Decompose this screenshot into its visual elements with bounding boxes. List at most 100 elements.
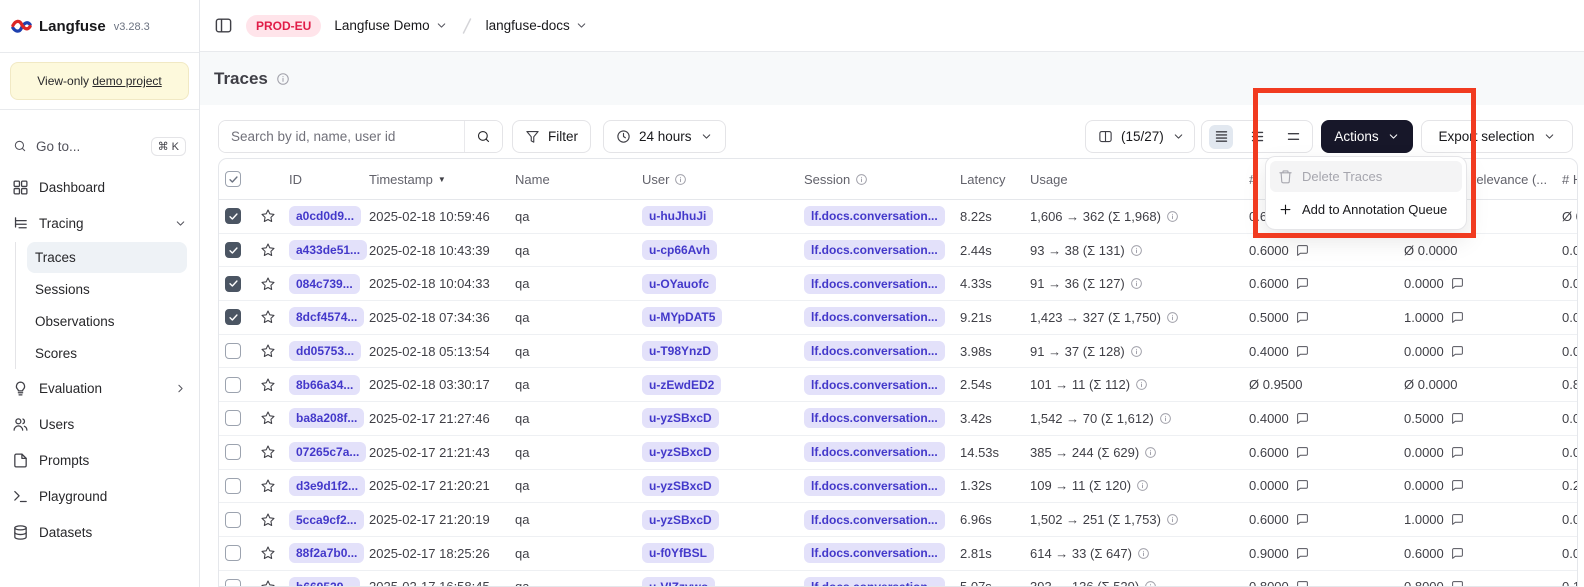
trace-id-badge[interactable]: a433de51...: [289, 240, 367, 260]
sidebar-item-traces[interactable]: Traces: [27, 242, 187, 273]
sidebar-item-datasets[interactable]: Datasets: [0, 514, 199, 550]
session-badge[interactable]: lf.docs.conversation...: [804, 375, 945, 395]
row-height-small-button[interactable]: [1209, 125, 1233, 149]
trace-id-badge[interactable]: 8dcf4574...: [289, 307, 364, 327]
comment-icon[interactable]: [1451, 513, 1464, 526]
row-checkbox[interactable]: [225, 478, 241, 494]
row-checkbox[interactable]: [225, 545, 241, 561]
session-badge[interactable]: lf.docs.conversation...: [804, 442, 945, 462]
column-header-ts[interactable]: Timestamp▼: [369, 172, 515, 187]
table-row[interactable]: a433de51...2025-02-18 10:43:39qau-cp66Av…: [219, 234, 1578, 268]
sidebar-item-tracing[interactable]: Tracing: [0, 205, 199, 241]
comment-icon[interactable]: [1296, 412, 1309, 425]
user-badge[interactable]: u-cp66Avh: [642, 240, 717, 260]
comment-icon[interactable]: [1451, 277, 1464, 290]
search-input[interactable]: [219, 121, 464, 152]
trace-id-badge[interactable]: 88f2a7b0...: [289, 543, 364, 563]
table-row[interactable]: dd05753...2025-02-18 05:13:54qau-T98YnzD…: [219, 335, 1578, 369]
trace-id-badge[interactable]: 8b66a34...: [289, 375, 360, 395]
sidebar-item-prompts[interactable]: Prompts: [0, 442, 199, 478]
trace-id-badge[interactable]: ba8a208f...: [289, 408, 364, 428]
user-badge[interactable]: u-OYauofc: [642, 274, 716, 294]
row-checkbox[interactable]: [225, 410, 241, 426]
column-header-rel[interactable]: relevance (...: [1472, 172, 1562, 187]
goto-search[interactable]: Go to... ⌘ K: [8, 131, 191, 161]
trace-id-badge[interactable]: dd05753...: [289, 341, 361, 361]
table-row[interactable]: b669529...2025-02-17 16:58:45qau-VIZzvwo…: [219, 571, 1578, 587]
session-badge[interactable]: lf.docs.conversation...: [804, 543, 945, 563]
session-badge[interactable]: lf.docs.conversation...: [804, 206, 945, 226]
column-header-usage[interactable]: Usage: [1030, 172, 1249, 187]
comment-icon[interactable]: [1296, 345, 1309, 358]
comment-icon[interactable]: [1296, 580, 1309, 587]
trace-id-badge[interactable]: b669529...: [289, 577, 360, 587]
user-badge[interactable]: u-T98YnzD: [642, 341, 718, 361]
user-badge[interactable]: u-yzSBxcD: [642, 510, 719, 530]
session-badge[interactable]: lf.docs.conversation...: [804, 240, 945, 260]
user-badge[interactable]: u-huJhuJi: [642, 206, 713, 226]
menu-item-add-to-annotation-queue[interactable]: Add to Annotation Queue: [1270, 194, 1462, 225]
row-checkbox[interactable]: [225, 309, 241, 325]
trace-id-badge[interactable]: 5cca9cf2...: [289, 510, 364, 530]
sidebar-toggle-icon[interactable]: [214, 16, 233, 35]
trace-id-badge[interactable]: 084c739...: [289, 274, 360, 294]
row-checkbox[interactable]: [225, 579, 241, 587]
sidebar-item-playground[interactable]: Playground: [0, 478, 199, 514]
column-header-name[interactable]: Name: [515, 172, 642, 187]
column-header-user[interactable]: User: [642, 172, 804, 187]
comment-icon[interactable]: [1451, 547, 1464, 560]
comment-icon[interactable]: [1296, 446, 1309, 459]
comment-icon[interactable]: [1451, 446, 1464, 459]
star-icon[interactable]: [260, 208, 276, 224]
table-row[interactable]: 8b66a34...2025-02-18 03:30:17qau-zEwdED2…: [219, 368, 1578, 402]
star-icon[interactable]: [260, 276, 276, 292]
user-badge[interactable]: u-MYpDAT5: [642, 307, 722, 327]
comment-icon[interactable]: [1451, 345, 1464, 358]
star-icon[interactable]: [260, 377, 276, 393]
table-row[interactable]: 8dcf4574...2025-02-18 07:34:36qau-MYpDAT…: [219, 301, 1578, 335]
comment-icon[interactable]: [1296, 277, 1309, 290]
session-badge[interactable]: lf.docs.conversation...: [804, 476, 945, 496]
table-row[interactable]: 88f2a7b0...2025-02-17 18:25:26qau-f0YfBS…: [219, 537, 1578, 571]
session-badge[interactable]: lf.docs.conversation...: [804, 274, 945, 294]
demo-project-link[interactable]: demo project: [92, 74, 161, 88]
row-height-medium-button[interactable]: [1245, 125, 1269, 149]
star-icon[interactable]: [260, 545, 276, 561]
column-header-session[interactable]: Session: [804, 172, 960, 187]
row-checkbox[interactable]: [225, 343, 241, 359]
user-badge[interactable]: u-yzSBxcD: [642, 442, 719, 462]
column-header-latency[interactable]: Latency: [960, 172, 1030, 187]
session-badge[interactable]: lf.docs.conversation...: [804, 341, 945, 361]
comment-icon[interactable]: [1296, 311, 1309, 324]
session-badge[interactable]: lf.docs.conversation...: [804, 577, 945, 587]
menu-item-delete-traces[interactable]: Delete Traces: [1270, 161, 1462, 192]
row-checkbox[interactable]: [225, 276, 241, 292]
user-badge[interactable]: u-yzSBxcD: [642, 408, 719, 428]
star-icon[interactable]: [260, 444, 276, 460]
column-header-sel[interactable]: [219, 171, 255, 187]
info-icon[interactable]: [276, 72, 290, 86]
star-icon[interactable]: [260, 242, 276, 258]
column-visibility-button[interactable]: (15/27): [1085, 120, 1195, 153]
time-range-button[interactable]: 24 hours: [603, 120, 726, 153]
user-badge[interactable]: u-VIZzvwo: [642, 577, 715, 587]
export-selection-button[interactable]: Export selection: [1421, 120, 1573, 153]
sidebar-item-sessions[interactable]: Sessions: [27, 274, 187, 305]
row-checkbox[interactable]: [225, 512, 241, 528]
actions-button[interactable]: Actions: [1321, 120, 1413, 153]
user-badge[interactable]: u-yzSBxcD: [642, 476, 719, 496]
filter-button[interactable]: Filter: [512, 120, 591, 153]
comment-icon[interactable]: [1451, 479, 1464, 492]
session-badge[interactable]: lf.docs.conversation...: [804, 510, 945, 530]
star-icon[interactable]: [260, 410, 276, 426]
org-selector[interactable]: Langfuse Demo: [334, 18, 447, 33]
comment-icon[interactable]: [1296, 513, 1309, 526]
table-row[interactable]: 5cca9cf2...2025-02-17 21:20:19qau-yzSBxc…: [219, 503, 1578, 537]
table-row[interactable]: 084c739...2025-02-18 10:04:33qau-OYauofc…: [219, 267, 1578, 301]
column-header-last[interactable]: # H: [1562, 172, 1578, 187]
user-badge[interactable]: u-f0YfBSL: [642, 543, 714, 563]
search-submit-button[interactable]: [464, 121, 502, 152]
comment-icon[interactable]: [1296, 244, 1309, 257]
sidebar-item-dashboard[interactable]: Dashboard: [0, 169, 199, 205]
user-badge[interactable]: u-zEwdED2: [642, 375, 721, 395]
